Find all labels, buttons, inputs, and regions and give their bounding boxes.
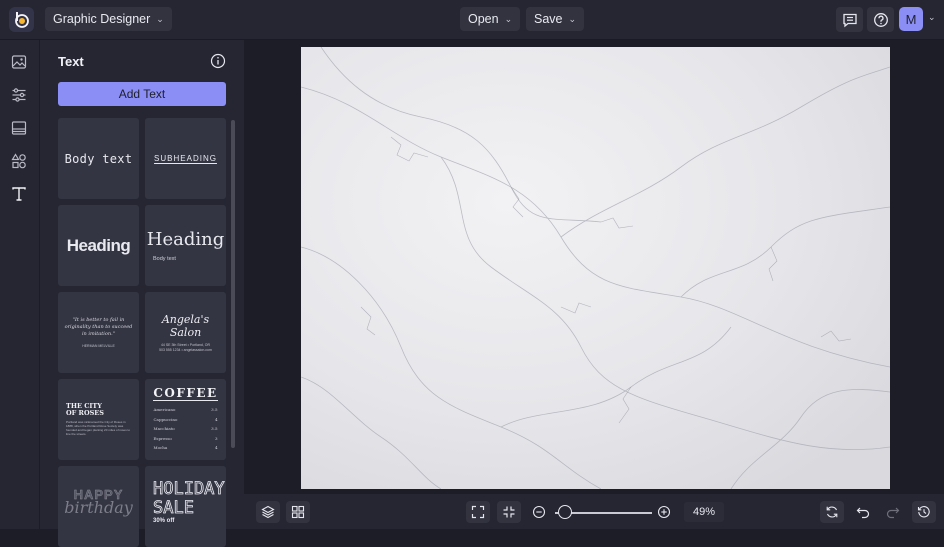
bottom-toolbar: 49% — [244, 494, 944, 529]
text-preset-salon[interactable]: Angela's Salon 44 SE 3th Street • Portla… — [145, 292, 226, 373]
text-icon — [12, 187, 26, 201]
refresh-button[interactable] — [820, 501, 844, 523]
rail-item-photos[interactable] — [9, 52, 29, 72]
collapse-icon — [503, 506, 515, 518]
preset-paragraph: Portland was nicknamed the City of Roses… — [66, 419, 131, 437]
text-preset-holiday[interactable]: HOLIDAY SALE 30% off — [145, 466, 226, 547]
preset-title: SALE — [153, 498, 195, 518]
redo-button[interactable] — [884, 503, 902, 521]
layout-icon — [11, 121, 27, 135]
grid-button[interactable] — [286, 501, 310, 523]
top-bar: Graphic Designer ⌄ Open ⌄ Save ⌄ M ⌄ — [0, 0, 944, 40]
rail-item-layout[interactable] — [9, 118, 29, 138]
text-preset-heading-serif[interactable]: Heading Body text — [145, 205, 226, 286]
preset-offer: 30% off — [153, 518, 175, 524]
zoom-value-field[interactable]: 49% — [684, 502, 724, 522]
save-label: Save — [534, 12, 563, 26]
menu-row: Cappuccino 4 — [153, 416, 218, 422]
undo-icon — [856, 507, 870, 519]
menu-row: Americano 3.5 — [153, 407, 218, 413]
preset-title: HOLIDAY — [153, 479, 225, 499]
save-menu-button[interactable]: Save ⌄ — [526, 7, 585, 31]
preset-label: Body text — [64, 151, 133, 166]
menu-row: Macchiato 3.5 — [153, 426, 218, 432]
preset-body-label: Body text — [153, 255, 176, 262]
zoom-in-icon — [657, 505, 671, 519]
shapes-icon — [11, 153, 26, 169]
preset-line: 503 555 1234 • angelassalon.com — [159, 347, 212, 352]
grid-icon — [291, 505, 305, 519]
redo-icon — [886, 507, 900, 519]
app-menu-dropdown[interactable]: Graphic Designer ⌄ — [45, 7, 172, 31]
zoom-out-icon — [532, 505, 546, 519]
menu-row: Espresso 3 — [153, 435, 218, 441]
open-menu-button[interactable]: Open ⌄ — [460, 7, 521, 31]
sliders-icon — [12, 88, 26, 102]
canvas-workspace[interactable] — [244, 40, 944, 494]
preset-title: COFFEE — [153, 386, 218, 402]
chevron-down-icon: ⌄ — [568, 13, 577, 24]
app-menu-label: Graphic Designer — [53, 12, 151, 26]
coffee-menu: Americano 3.5 Cappuccino 4 Macchiato 3.5 Es… — [154, 405, 218, 453]
zoom-out-button[interactable] — [530, 503, 548, 521]
layers-icon — [261, 505, 275, 519]
preset-label: Heading — [66, 235, 131, 255]
text-preset-coffee[interactable]: COFFEE Americano 3.5 Cappuccino 4 Macchiat… — [145, 379, 226, 460]
tool-rail — [0, 40, 40, 529]
image-icon — [11, 55, 27, 69]
marble-texture-image — [301, 47, 890, 489]
preset-title: OF ROSES — [66, 408, 104, 417]
text-preset-quote[interactable]: "It is better to fail in originality tha… — [58, 292, 139, 373]
expand-icon — [471, 505, 485, 519]
panel-scrollbar[interactable] — [231, 120, 235, 448]
layers-button[interactable] — [256, 501, 280, 523]
design-canvas[interactable] — [301, 47, 890, 489]
zoom-in-button[interactable] — [655, 503, 673, 521]
refresh-icon — [826, 506, 838, 518]
fit-to-screen-button[interactable] — [466, 501, 490, 523]
preset-label: Heading — [146, 228, 225, 250]
rail-item-adjustments[interactable] — [9, 85, 29, 105]
app-logo[interactable] — [9, 7, 34, 32]
befunky-logo-icon — [14, 11, 29, 28]
panel-title: Text — [58, 54, 84, 69]
rail-item-text[interactable] — [9, 184, 29, 204]
preset-quote-author: HERMAN MELVILLE — [82, 343, 115, 348]
text-preset-heading-bold[interactable]: Heading — [58, 205, 139, 286]
preset-label: SUBHEADING — [154, 154, 217, 163]
preset-label: Angela's Salon — [161, 312, 210, 339]
user-avatar[interactable]: M — [899, 7, 923, 31]
undo-button[interactable] — [854, 503, 872, 521]
add-text-button[interactable]: Add Text — [58, 82, 226, 106]
history-icon — [917, 505, 930, 518]
text-panel: Text Add Text Body text SUBHEADING Headi… — [40, 40, 244, 547]
chat-icon — [842, 13, 857, 27]
actual-size-button[interactable] — [497, 501, 521, 523]
history-button[interactable] — [912, 501, 936, 523]
menu-row: Mocha 4 — [153, 445, 218, 451]
chevron-down-icon: ⌄ — [504, 13, 513, 24]
open-label: Open — [468, 12, 499, 26]
text-preset-subheading[interactable]: SUBHEADING — [145, 118, 226, 199]
help-button[interactable] — [867, 7, 894, 32]
rail-item-graphics[interactable] — [9, 151, 29, 171]
chevron-down-icon: ⌄ — [156, 13, 164, 24]
info-icon[interactable] — [210, 53, 226, 69]
zoom-slider-thumb[interactable] — [558, 505, 572, 519]
text-preset-birthday[interactable]: HAPPY birthday — [58, 466, 139, 547]
help-icon — [873, 12, 888, 27]
preset-quote: "It is better to fail in originality tha… — [64, 316, 133, 337]
feedback-button[interactable] — [836, 7, 863, 32]
text-preset-body[interactable]: Body text — [58, 118, 139, 199]
text-preset-city[interactable]: THE CITY OF ROSES Portland was nicknamed… — [58, 379, 139, 460]
preset-script: birthday — [64, 498, 133, 517]
chevron-down-icon[interactable]: ⌄ — [928, 12, 936, 23]
